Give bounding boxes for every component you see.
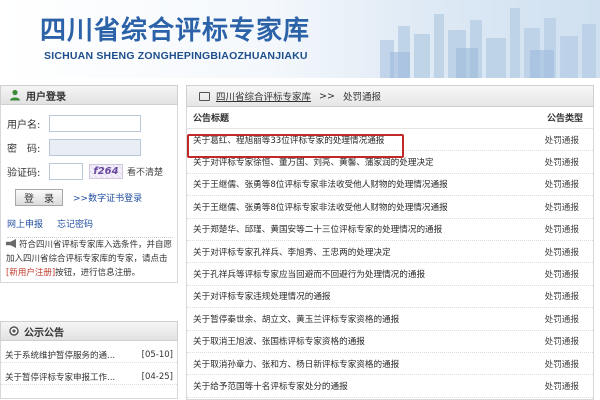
row-title-link[interactable]: 关于给予范国等十名评标专家处分的通报 [193,380,348,392]
user-icon [9,89,21,101]
monitor-icon [199,91,210,101]
registration-note-end: 按钮，进行信息注册。 [55,268,141,278]
main-content: 四川省综合评标专家库 >> 处罚通报 公告标题 公告类型 关于葛红、程旭丽等33… [186,85,594,400]
captcha-refresh-link[interactable]: 看不清楚 [127,165,163,178]
table-row[interactable]: 关于给予范国等十名评标专家处分的通报 处罚通报 [187,375,593,398]
city-skyline-banner [380,8,596,78]
row-title-link[interactable]: 关于暂停秦世余、胡立文、黄玉兰评标专家资格的通报 [193,313,399,325]
row-title-link[interactable]: 关于郑楚华、邱瑾、黄国安等二十三位评标专家的处理情况的通报 [193,223,442,235]
notice-item-text: 关于暂停评标专家申报工作... [5,372,116,383]
login-panel-header: 用户登录 [0,85,178,105]
row-title-link[interactable]: 关于取消孙章力、张和方、杨日新评标专家资格的通报 [193,358,399,370]
password-input[interactable] [49,139,141,156]
breadcrumb-current: 处罚通报 [342,92,381,103]
bullet-circle-icon [9,326,19,336]
announcement-table: 公告标题 公告类型 关于葛红、程旭丽等33位评标专家的处理情况通报 处罚通报 关于… [186,107,594,400]
row-type: 处罚通报 [544,225,579,236]
table-header: 公告标题 公告类型 [187,107,593,129]
row-title-link[interactable]: 关于葛红、程旭丽等33位评标专家的处理情况通报 [193,134,384,146]
row-title-link[interactable]: 关于对评标专家徐恒、董万国、刘亮、黄馨、蒲家润的处理决定 [193,156,434,168]
password-label: 密 码: [7,144,41,155]
row-title-link[interactable]: 关于王继儒、张勇等8位评标专家非法收受他人财物的处理情况通报 [193,201,448,213]
row-title-link[interactable]: 关于对评标专家孔祥兵、李旭秀、王忠两的处理决定 [193,246,391,258]
row-title-link[interactable]: 关于对评标专家违规处理情况的通报 [193,290,331,302]
breadcrumb-separator: >> [319,90,335,102]
row-type: 处罚通报 [544,158,579,169]
username-input[interactable] [49,115,141,132]
notice-list: 关于系统维护暂停服务的通... [05-10] 关于暂停评标专家申报工作... … [0,341,178,399]
online-apply-link[interactable]: 网上申报 [7,217,43,230]
new-user-register-link[interactable]: [新用户注册] [6,268,55,278]
row-type: 处罚通报 [544,359,579,370]
column-title-header: 公告标题 [193,114,230,124]
site-title: 四川省综合评标专家库 [40,16,311,46]
table-row[interactable]: 关于暂停秦世余、胡立文、黄玉兰评标专家资格的通报 处罚通报 [187,308,593,331]
captcha-image[interactable]: f264 [89,164,123,179]
row-type: 处罚通报 [544,135,579,146]
site-subtitle: SICHUAN SHENG ZONGHEPINGBIAOZHUANJIAKU [44,50,308,62]
registration-note-text: 符合四川省评标专家库入选条件，并自愿加入四川省综合评标专家库的专家，请点击 [6,240,173,264]
registration-note: 符合四川省评标专家库入选条件，并自愿加入四川省综合评标专家库的专家，请点击 [新用… [6,238,172,280]
notice-item[interactable]: 关于系统维护暂停服务的通... [05-10] [1,347,177,363]
login-panel-title: 用户登录 [26,91,66,103]
row-type: 处罚通报 [544,247,579,258]
breadcrumb-root-link[interactable]: 四川省综合评标专家库 [216,89,311,103]
table-row[interactable]: 关于取消孙章力、张和方、杨日新评标专家资格的通报 处罚通报 [187,353,593,376]
cert-login-link[interactable]: >>数字证书登录 [73,191,142,204]
captcha-label: 验证码: [7,168,41,179]
row-type: 处罚通报 [544,180,579,191]
login-button[interactable]: 登 录 [15,189,63,206]
notice-panel-header: 公示公告 [0,321,178,341]
row-title-link[interactable]: 关于王继儒、张勇等8位评标专家非法收受他人财物的处理情况通报 [193,178,448,190]
row-type: 处罚通报 [544,202,579,213]
notice-panel-title: 公示公告 [24,327,64,339]
row-type: 处罚通报 [544,314,579,325]
row-type: 处罚通报 [544,270,579,281]
table-row[interactable]: 关于葛红、程旭丽等33位评标专家的处理情况通报 处罚通报 [187,129,593,152]
table-row[interactable]: 关于王继儒、张勇等8位评标专家非法收受他人财物的处理情况通报 处罚通报 [187,196,593,219]
notice-item[interactable]: 关于暂停评标专家申报工作... [04-25] [1,369,177,385]
site-header: 四川省综合评标专家库 SICHUAN SHENG ZONGHEPINGBIAOZ… [0,0,600,78]
column-type-header: 公告类型 [546,114,583,124]
forgot-password-link[interactable]: 忘记密码 [57,217,93,230]
table-row[interactable]: 关于对评标专家孔祥兵、李旭秀、王忠两的处理决定 处罚通报 [187,241,593,264]
row-type: 处罚通报 [544,381,579,392]
row-title-link[interactable]: 关于孔祥兵等评标专家应当回避而不回避行为处理情况的通报 [193,268,425,280]
table-row[interactable]: 关于孔祥兵等评标专家应当回避而不回避行为处理情况的通报 处罚通报 [187,263,593,286]
captcha-input[interactable] [49,163,83,180]
username-label: 用户名: [7,120,41,131]
notice-item-date: [04-25] [141,371,173,382]
notice-item-date: [05-10] [141,349,173,360]
notice-item-text: 关于系统维护暂停服务的通... [5,350,116,361]
breadcrumb: 四川省综合评标专家库 >> 处罚通报 [186,85,594,107]
table-row[interactable]: 关于对评标专家徐恒、董万国、刘亮、黄馨、蒲家润的处理决定 处罚通报 [187,151,593,174]
table-row[interactable]: 关于取消王旭波、张国栋评标专家资格的通报 处罚通报 [187,331,593,353]
table-row[interactable]: 关于王继儒、张勇等8位评标专家非法收受他人财物的处理情况通报 处罚通报 [187,174,593,197]
table-row[interactable]: 关于郑楚华、邱瑾、黄国安等二十三位评标专家的处理情况的通报 处罚通报 [187,219,593,241]
left-sidebar: 用户登录 用户名: 密 码: 验证码: f264 看不清楚 登 录 >>数字证书… [0,85,178,400]
row-type: 处罚通报 [544,292,579,303]
table-row[interactable]: 关于对评标专家违规处理情况的通报 处罚通报 [187,286,593,309]
megaphone-icon [6,239,16,248]
row-title-link[interactable]: 关于取消王旭波、张国栋评标专家资格的通报 [193,335,365,347]
row-type: 处罚通报 [544,337,579,348]
